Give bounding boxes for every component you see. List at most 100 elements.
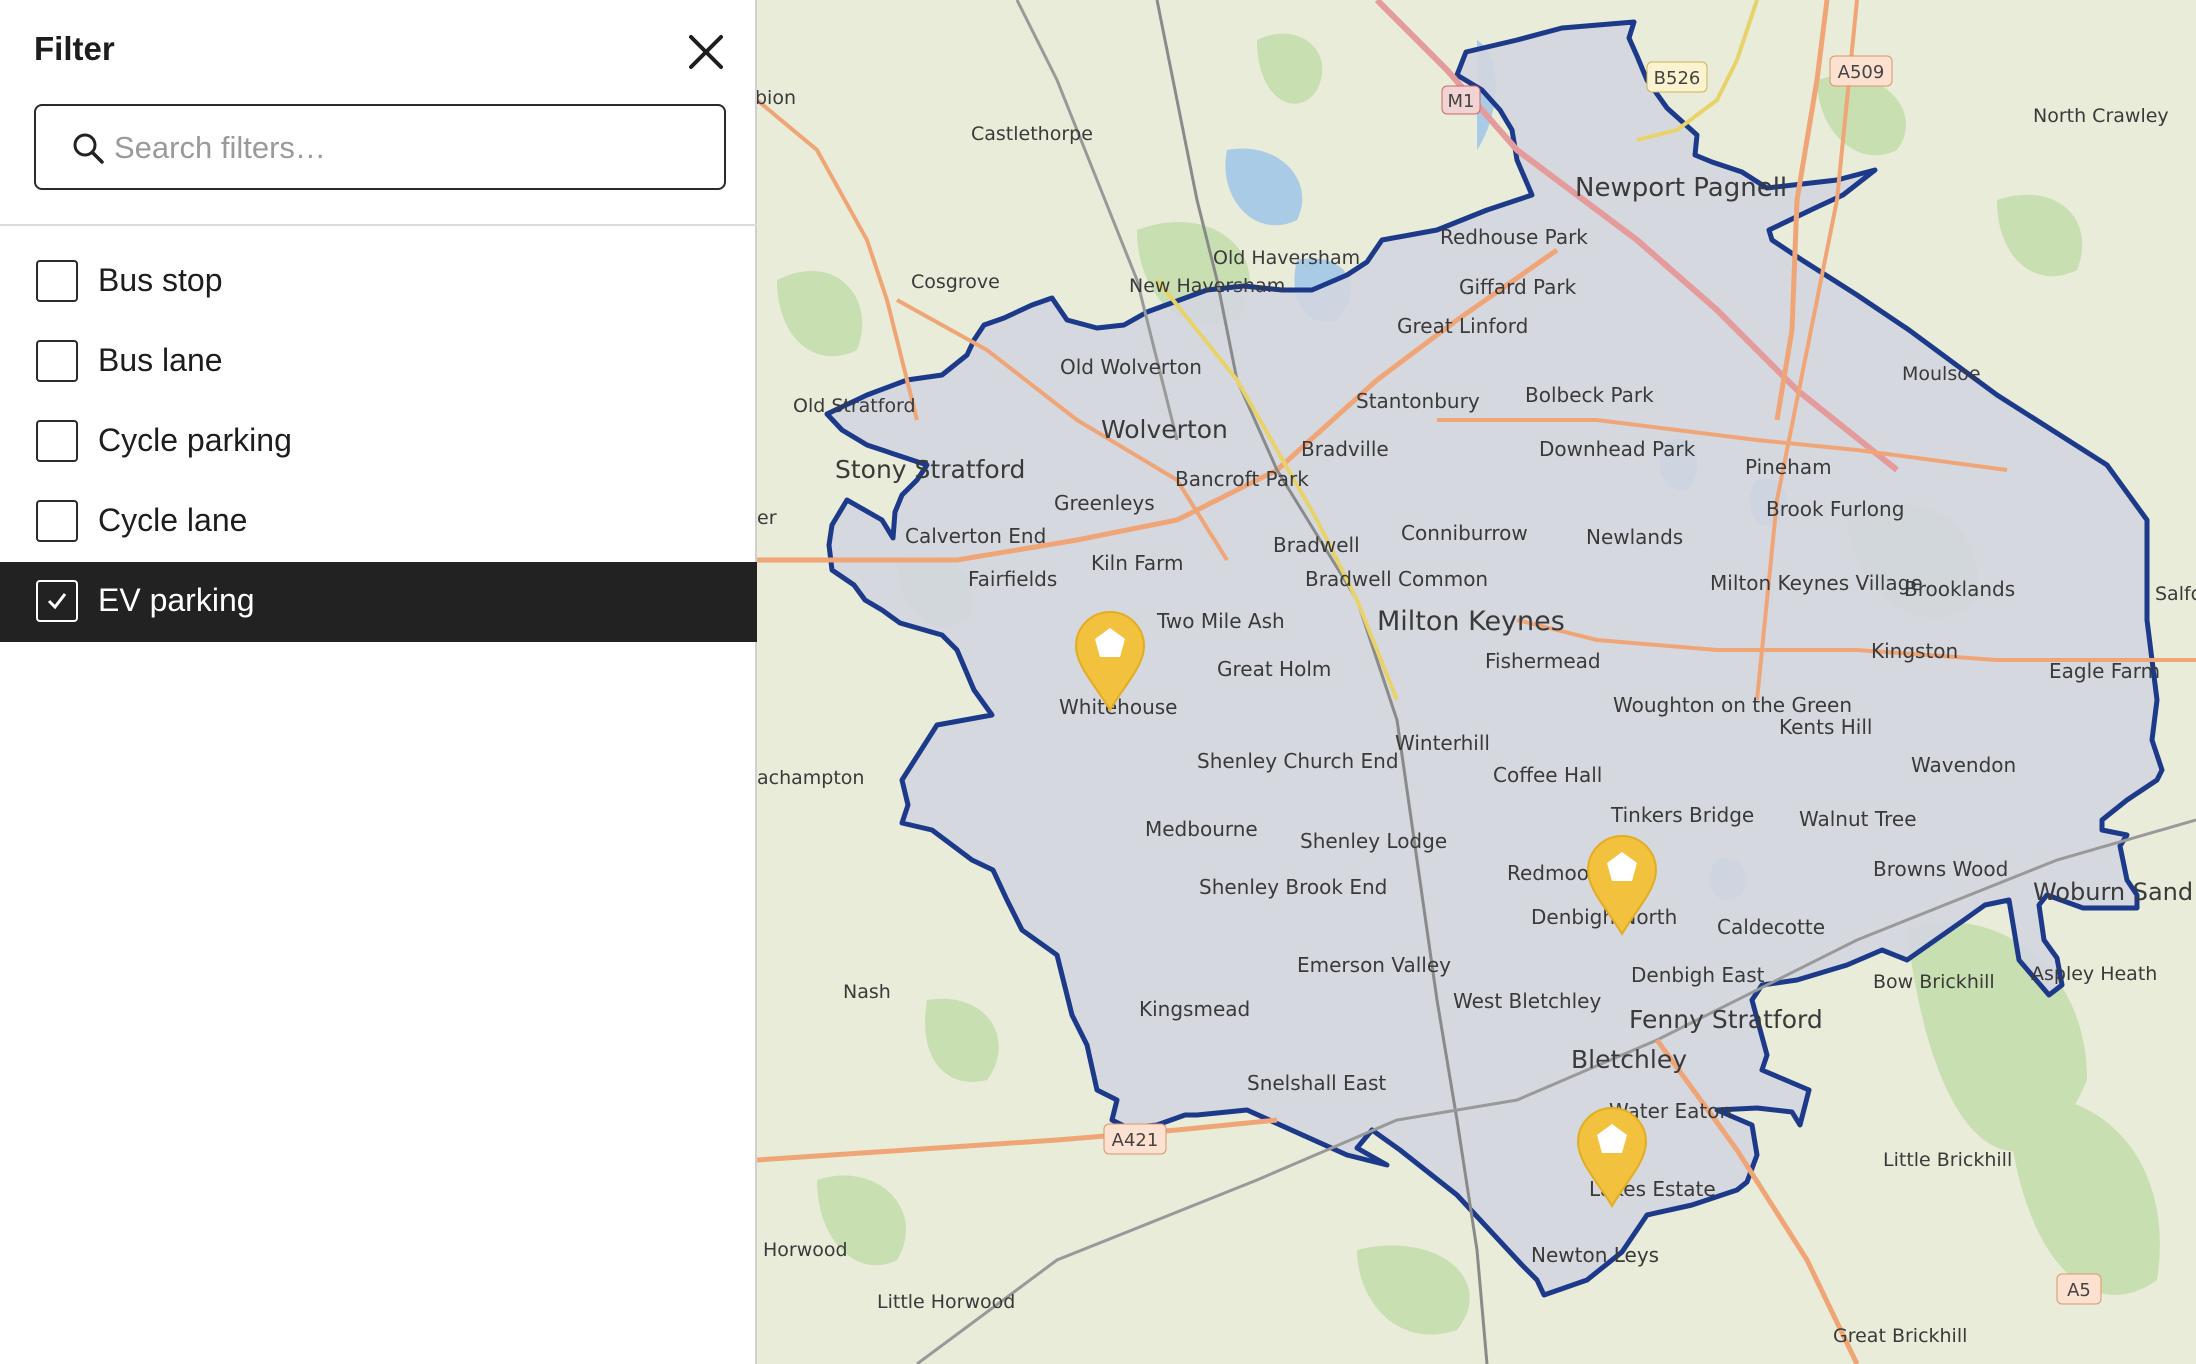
place-label: Winterhill bbox=[1395, 731, 1490, 755]
checkbox[interactable] bbox=[36, 260, 78, 302]
filter-item-bus-stop[interactable]: Bus stop bbox=[0, 242, 757, 322]
place-label: Downhead Park bbox=[1539, 437, 1696, 461]
place-label: Kingsmead bbox=[1139, 997, 1250, 1021]
place-label: Newlands bbox=[1586, 525, 1683, 549]
road-label-a421: A421 bbox=[1112, 1130, 1159, 1151]
place-label: Fairfields bbox=[968, 567, 1057, 591]
place-label: Kents Hill bbox=[1779, 715, 1872, 739]
place-label: Tinkers Bridge bbox=[1610, 803, 1754, 827]
place-label: Shenley Lodge bbox=[1300, 829, 1447, 853]
place-label: Shenley Church End bbox=[1197, 749, 1399, 773]
place-label: Milton Keynes bbox=[1377, 606, 1565, 637]
place-label: Shenley Brook End bbox=[1199, 875, 1387, 899]
filter-item-bus-lane[interactable]: Bus lane bbox=[0, 322, 757, 402]
filter-item-cycle-lane[interactable]: Cycle lane bbox=[0, 482, 757, 562]
place-label: Newport Pagnell bbox=[1575, 173, 1787, 203]
place-label: Moulsoe bbox=[1902, 363, 1981, 385]
place-label: Bradwell Common bbox=[1305, 567, 1488, 591]
place-label: Old Haversham bbox=[1213, 247, 1360, 269]
filter-label: Cycle parking bbox=[98, 422, 292, 458]
place-label: Castlethorpe bbox=[971, 123, 1093, 145]
place-label: Great Brickhill bbox=[1833, 1325, 1967, 1347]
place-label: Two Mile Ash bbox=[1156, 609, 1285, 633]
place-label: Little Brickhill bbox=[1883, 1149, 2012, 1171]
place-label: Milton Keynes Village bbox=[1710, 571, 1923, 595]
map-layer: M1 B526 A509 A421 A5 bion Castlethorpe N… bbox=[757, 0, 2196, 1364]
place-label: achampton bbox=[757, 767, 864, 789]
place-label: Denbigh East bbox=[1631, 963, 1765, 987]
place-label: Snelshall East bbox=[1247, 1071, 1386, 1095]
place-label: Bletchley bbox=[1571, 1045, 1687, 1074]
checkbox[interactable] bbox=[36, 500, 78, 542]
place-label: Great Holm bbox=[1217, 657, 1331, 681]
filter-list: Bus stop Bus lane Cycle parking Cycle la… bbox=[0, 242, 757, 642]
road-label-b526: B526 bbox=[1654, 68, 1701, 89]
place-label: Newton Leys bbox=[1531, 1243, 1659, 1267]
place-label: Great Linford bbox=[1397, 314, 1528, 338]
place-label: Bradwell bbox=[1273, 533, 1360, 557]
checkmark-icon bbox=[47, 593, 67, 610]
filter-panel: Filter Bus stop Bus lane bbox=[0, 0, 757, 1364]
search-icon bbox=[73, 133, 104, 164]
search-box[interactable] bbox=[34, 104, 726, 190]
road-label-a5: A5 bbox=[2067, 1280, 2091, 1301]
place-label: Old Stratford bbox=[793, 395, 916, 417]
place-label: Medbourne bbox=[1145, 817, 1258, 841]
place-label: Stony Stratford bbox=[835, 455, 1025, 484]
filter-item-cycle-parking[interactable]: Cycle parking bbox=[0, 402, 757, 482]
place-label: Old Wolverton bbox=[1060, 355, 1202, 379]
place-label: Little Horwood bbox=[877, 1291, 1015, 1313]
road-label-m1: M1 bbox=[1448, 91, 1475, 112]
filter-item-ev-parking[interactable]: EV parking bbox=[0, 562, 757, 642]
place-label: Coffee Hall bbox=[1493, 763, 1602, 787]
place-label: Browns Wood bbox=[1873, 857, 2008, 881]
place-label: Cosgrove bbox=[911, 271, 1000, 293]
place-label: Wolverton bbox=[1101, 415, 1228, 444]
place-label: Fishermead bbox=[1485, 649, 1601, 673]
place-label: Bow Brickhill bbox=[1873, 971, 1995, 993]
place-label: Caldecotte bbox=[1717, 915, 1825, 939]
place-label: Aspley Heath bbox=[2031, 963, 2157, 985]
close-button[interactable] bbox=[684, 30, 728, 74]
place-label: Horwood bbox=[763, 1239, 848, 1261]
place-label: Fenny Stratford bbox=[1629, 1005, 1823, 1034]
checkbox[interactable] bbox=[36, 420, 78, 462]
filter-panel-header: Filter bbox=[0, 0, 757, 226]
place-label: Woughton on the Green bbox=[1613, 693, 1852, 717]
road-label-a509: A509 bbox=[1838, 62, 1885, 83]
place-label: Eagle Farm bbox=[2049, 659, 2160, 683]
filter-label: Cycle lane bbox=[98, 502, 248, 538]
place-label: Bancroft Park bbox=[1175, 467, 1309, 491]
search-input[interactable] bbox=[112, 106, 706, 190]
place-label: Redhouse Park bbox=[1440, 225, 1588, 249]
place-label: New Haversham bbox=[1129, 275, 1285, 297]
panel-title: Filter bbox=[34, 30, 115, 67]
place-label: Nash bbox=[843, 981, 891, 1003]
place-label: Conniburrow bbox=[1401, 521, 1528, 545]
place-label: Bolbeck Park bbox=[1525, 383, 1654, 407]
place-label: Kiln Farm bbox=[1091, 551, 1184, 575]
place-label: Wavendon bbox=[1911, 753, 2016, 777]
map-canvas[interactable]: M1 B526 A509 A421 A5 bion Castlethorpe N… bbox=[757, 0, 2196, 1364]
checkbox[interactable] bbox=[36, 340, 78, 382]
checkbox[interactable] bbox=[36, 580, 78, 622]
place-label: Pineham bbox=[1745, 455, 1832, 479]
place-label: Redmoor bbox=[1507, 861, 1598, 885]
filter-label: Bus lane bbox=[98, 342, 223, 378]
place-label: Calverton End bbox=[905, 524, 1046, 548]
place-label: North Crawley bbox=[2033, 105, 2169, 127]
place-label: Bradville bbox=[1301, 437, 1389, 461]
place-label: Walnut Tree bbox=[1799, 807, 1917, 831]
place-label: Emerson Valley bbox=[1297, 953, 1451, 977]
place-label: Stantonbury bbox=[1356, 389, 1480, 413]
place-label: er bbox=[757, 507, 777, 529]
place-label: West Bletchley bbox=[1453, 989, 1601, 1013]
close-icon bbox=[689, 35, 723, 69]
filter-label: Bus stop bbox=[98, 262, 223, 298]
place-label: Brooklands bbox=[1904, 577, 2015, 601]
filter-label: EV parking bbox=[98, 582, 255, 618]
place-label: Salfo bbox=[2155, 583, 2196, 605]
place-label: Greenleys bbox=[1054, 491, 1155, 515]
place-label: bion bbox=[757, 87, 796, 109]
place-label: Giffard Park bbox=[1459, 275, 1577, 299]
